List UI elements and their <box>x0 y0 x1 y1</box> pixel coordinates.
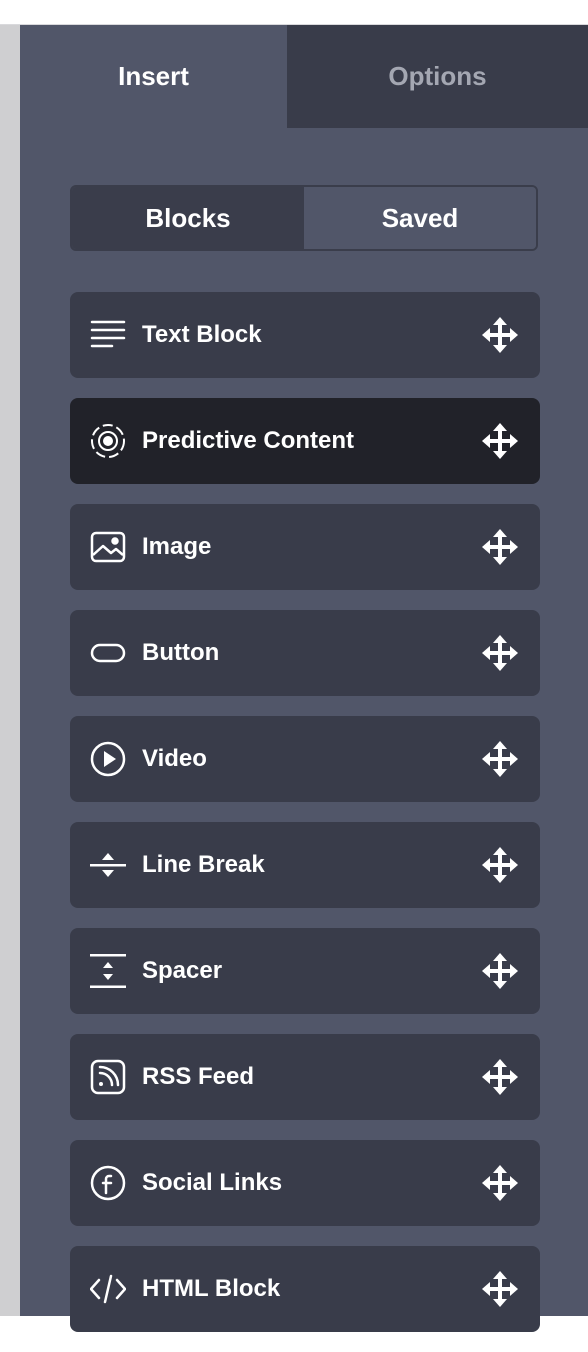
block-item-predictive-content[interactable]: Predictive Content <box>70 398 540 484</box>
saved-toggle-button[interactable]: Saved <box>304 187 536 249</box>
block-item-line-break[interactable]: Line Break <box>70 822 540 908</box>
spacer-icon <box>90 953 126 989</box>
block-item-html-block[interactable]: HTML Block <box>70 1246 540 1332</box>
insert-panel: Insert Options Blocks Saved Text Block P… <box>20 25 588 1332</box>
move-icon[interactable] <box>482 1271 518 1307</box>
block-item-label: Video <box>142 745 207 772</box>
block-item-text-block[interactable]: Text Block <box>70 292 540 378</box>
move-icon[interactable] <box>482 847 518 883</box>
block-item-label: Spacer <box>142 957 223 984</box>
button-pill-icon <box>90 635 126 671</box>
block-item-image[interactable]: Image <box>70 504 540 590</box>
tab-insert[interactable]: Insert <box>20 25 287 128</box>
block-item-label: Line Break <box>142 851 265 878</box>
code-icon <box>90 1271 126 1307</box>
top-bar <box>0 0 588 25</box>
block-item-social-links[interactable]: Social Links <box>70 1140 540 1226</box>
left-gutter <box>0 25 20 1316</box>
block-item-rss-feed[interactable]: RSS Feed <box>70 1034 540 1120</box>
blocks-toggle-button[interactable]: Blocks <box>72 187 304 249</box>
facebook-circle-icon <box>90 1165 126 1201</box>
block-item-label: Social Links <box>142 1169 283 1196</box>
block-list: Text Block Predictive Content Image Butt… <box>70 292 540 1352</box>
line-break-icon <box>90 847 126 883</box>
block-item-label: Predictive Content <box>142 427 355 454</box>
block-item-label: Text Block <box>142 321 262 348</box>
move-icon[interactable] <box>482 529 518 565</box>
move-icon[interactable] <box>482 1165 518 1201</box>
move-icon[interactable] <box>482 635 518 671</box>
panel-tabs: Insert Options <box>20 25 588 128</box>
block-item-button[interactable]: Button <box>70 610 540 696</box>
block-item-video[interactable]: Video <box>70 716 540 802</box>
block-item-spacer[interactable]: Spacer <box>70 928 540 1014</box>
move-icon[interactable] <box>482 741 518 777</box>
block-item-label: RSS Feed <box>142 1063 255 1090</box>
blocks-saved-toggle: Blocks Saved <box>70 185 538 251</box>
image-icon <box>90 529 126 565</box>
text-lines-icon <box>90 317 126 353</box>
play-circle-icon <box>90 741 126 777</box>
tab-options[interactable]: Options <box>287 25 588 128</box>
move-icon[interactable] <box>482 423 518 459</box>
block-item-label: HTML Block <box>142 1275 281 1302</box>
predictive-target-icon <box>90 423 126 459</box>
move-icon[interactable] <box>482 953 518 989</box>
block-item-label: Image <box>142 533 212 560</box>
rss-icon <box>90 1059 126 1095</box>
block-item-label: Button <box>142 639 220 666</box>
move-icon[interactable] <box>482 317 518 353</box>
move-icon[interactable] <box>482 1059 518 1095</box>
